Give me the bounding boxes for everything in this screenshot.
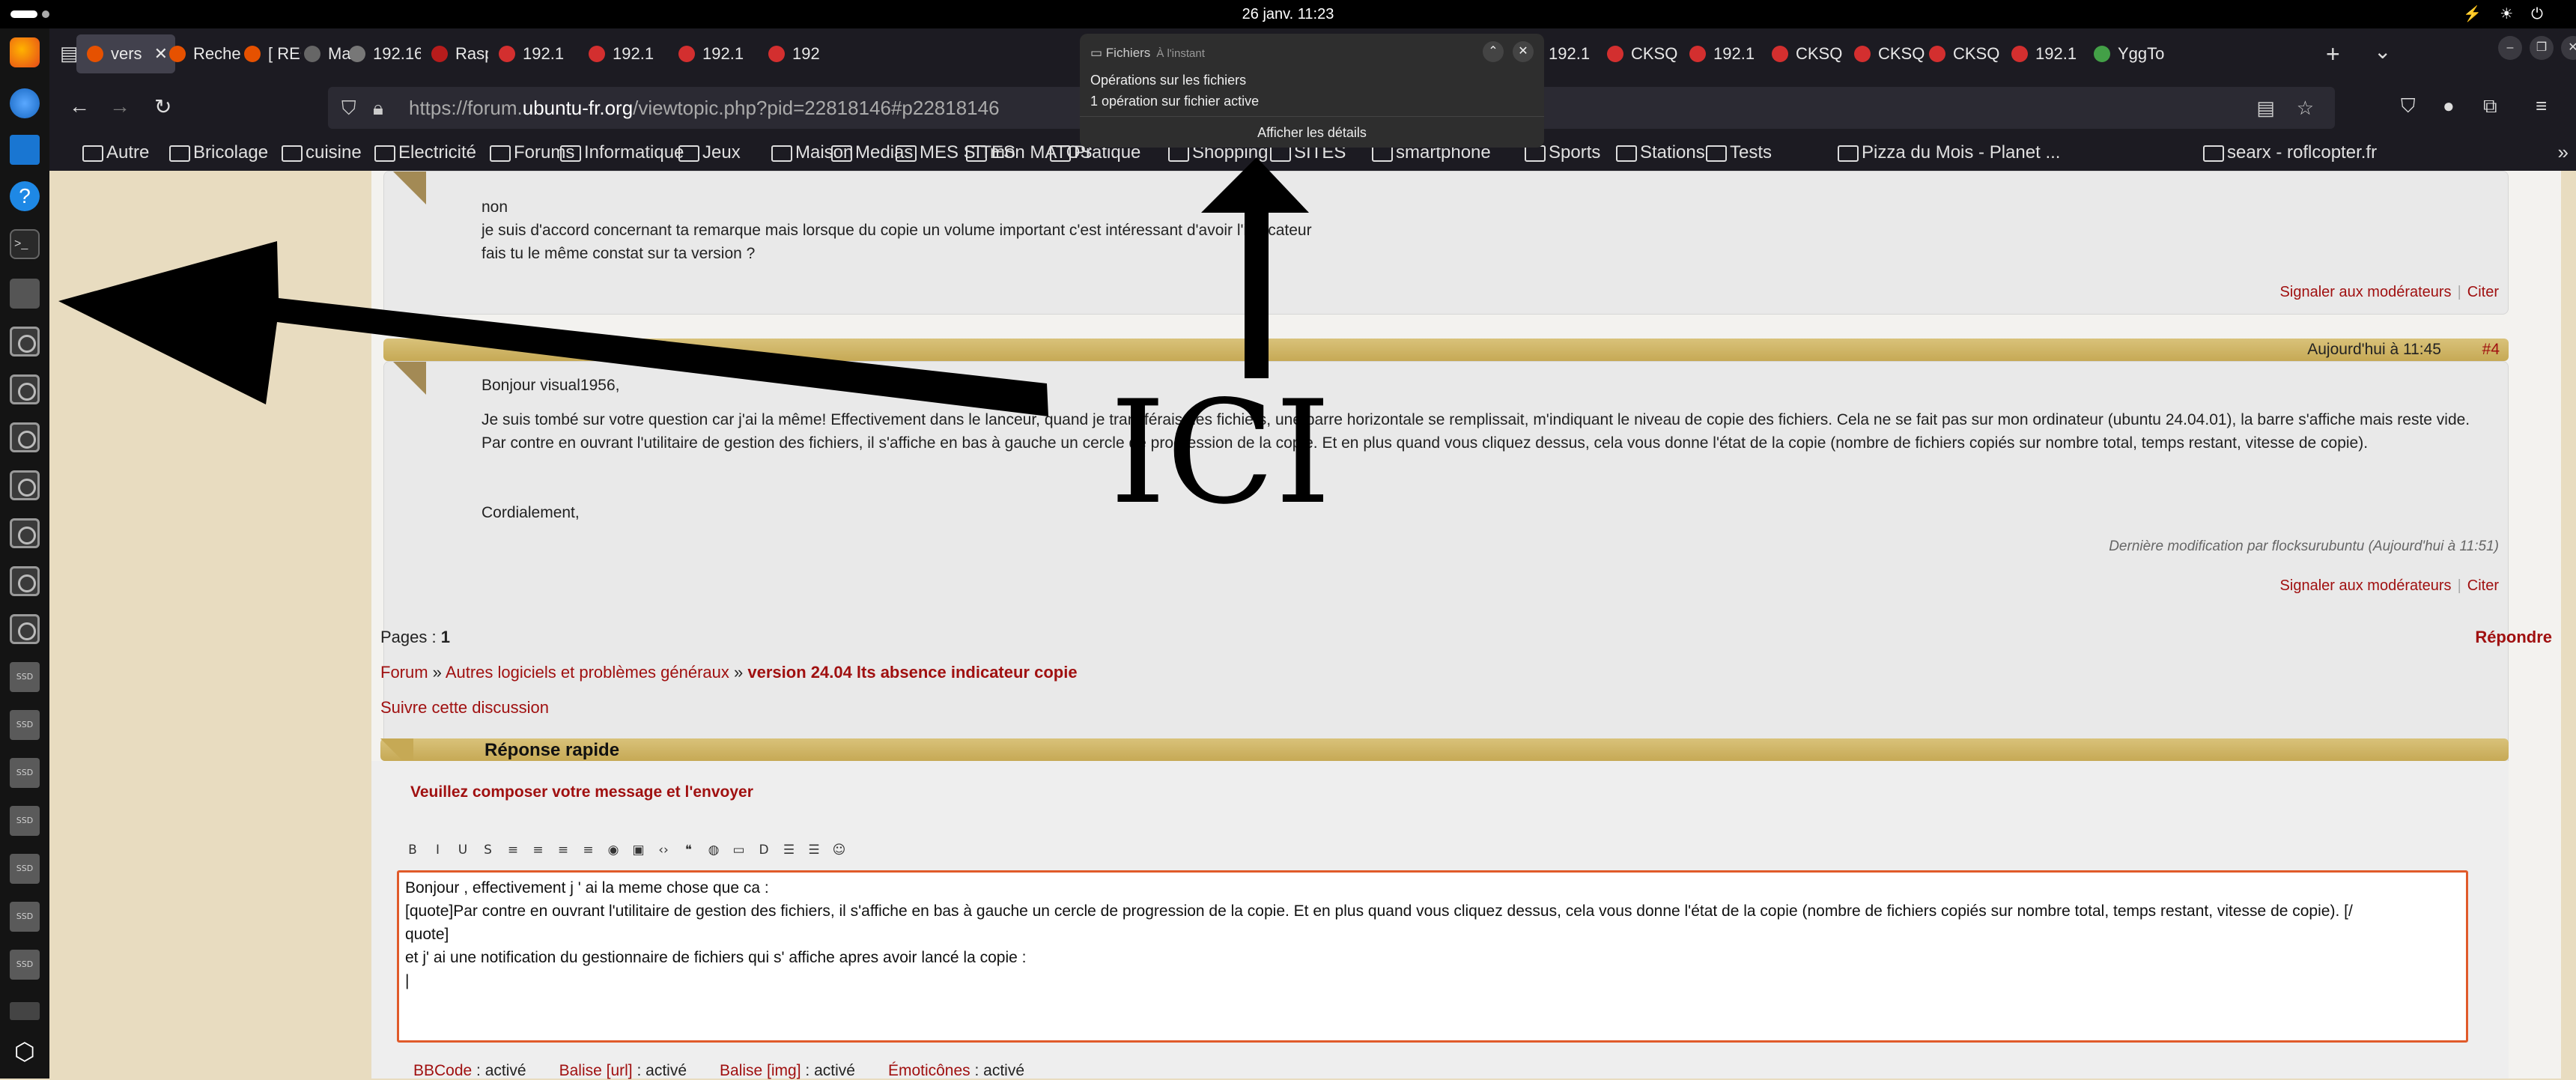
notification-header: ▭ Fichiers À l'instant [1090, 46, 1205, 60]
notification-title: Opérations sur les fichiers [1090, 73, 1247, 88]
annotation-arrows [58, 157, 1309, 416]
close-icon[interactable]: ✕ [1513, 41, 1534, 62]
notification-app: Fichiers [1105, 46, 1151, 60]
notification-body: 1 opération sur fichier active [1090, 94, 1260, 109]
collapse-icon[interactable]: ⌃ [1483, 41, 1504, 62]
notification-time: À l'instant [1156, 47, 1205, 60]
file-operation-notification[interactable]: ▭ Fichiers À l'instant ⌃ ✕ Opérations sur… [1080, 34, 1544, 148]
show-details-button[interactable]: Afficher les détails [1080, 116, 1544, 148]
annotation-label: ICI [1110, 370, 1331, 536]
up-arrow [1201, 157, 1309, 378]
left-arrow [58, 241, 1048, 416]
